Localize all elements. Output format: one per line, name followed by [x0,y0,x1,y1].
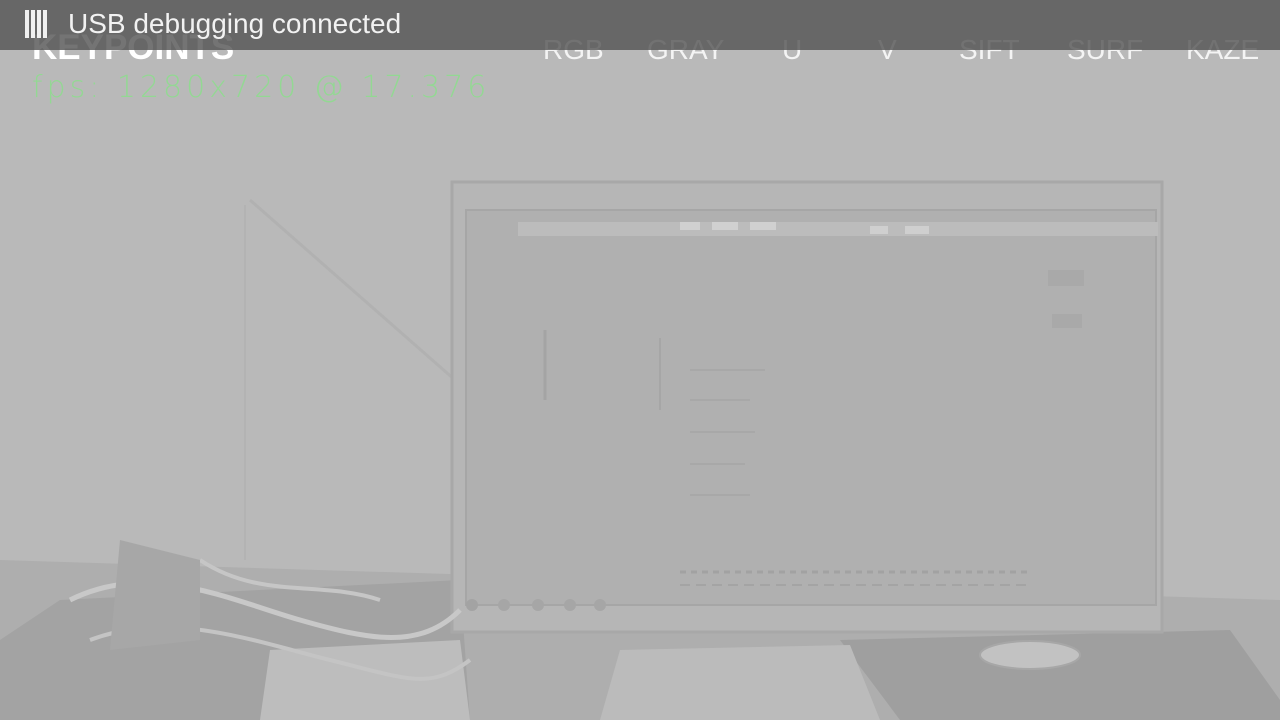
status-notification-text: USB debugging connected [68,8,402,39]
fps-readout: fps: 1280x720 @ 17.376 [32,70,491,105]
usb-debug-icon [25,10,47,38]
monitor [450,180,1164,634]
status-bar: USB debugging connected [0,0,1280,50]
camera-preview-screen: USB debugging connected KEYPOINTS fps: 1… [0,0,1280,720]
camera-frame [0,0,1280,720]
